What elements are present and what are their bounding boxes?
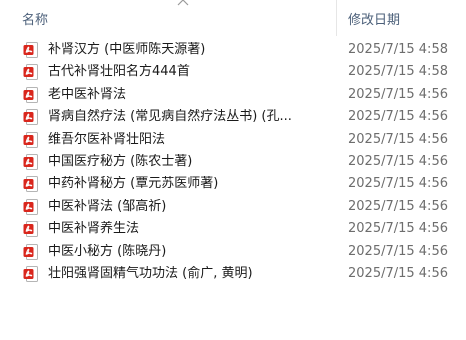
pdf-file-icon: [23, 266, 38, 282]
file-row[interactable]: 补肾汉方 (中医师陈天源著) 2025/7/15 4:58: [0, 38, 466, 63]
file-name: 维吾尔医补肾壮阳法: [48, 131, 166, 147]
file-modified-date: 2025/7/15 4:56: [348, 176, 448, 192]
file-modified-date: 2025/7/15 4:56: [348, 154, 448, 169]
file-modified-date: 2025/7/15 4:56: [348, 198, 448, 214]
file-row[interactable]: 中医补肾养生法 2025/7/15 4:56: [0, 217, 466, 242]
file-name: 古代补肾壮阳名方444首: [48, 64, 190, 80]
pdf-file-icon: [23, 86, 38, 103]
file-name: 中医补肾养生法: [48, 221, 140, 237]
pdf-file-icon: [23, 154, 38, 170]
file-name: 老中医补肾法: [48, 86, 127, 102]
file-name: 肾病自然疗法 (常见病自然疗法丛书) (孔...: [48, 109, 292, 125]
file-row[interactable]: 中医小秘方 (陈晓丹) 2025/7/15 4:56: [0, 240, 466, 265]
column-divider[interactable]: [336, 0, 337, 36]
file-row[interactable]: 古代补肾壮阳名方444首 2025/7/15 4:58: [0, 60, 466, 85]
file-modified-date: 2025/7/15 4:58: [348, 42, 448, 57]
file-modified-date: 2025/7/15 4:56: [348, 266, 448, 281]
pdf-file-icon: [23, 221, 38, 238]
pdf-file-icon: [23, 109, 38, 126]
pdf-file-icon: [23, 131, 38, 148]
file-name: 中药补肾秘方 (覃元苏医师著): [48, 176, 219, 192]
file-name: 壮阳强肾固精气功功法 (俞广, 黄明): [48, 266, 253, 281]
file-modified-date: 2025/7/15 4:56: [348, 131, 448, 147]
file-modified-date: 2025/7/15 4:56: [348, 86, 448, 102]
file-row[interactable]: 中药补肾秘方 (覃元苏医师著) 2025/7/15 4:56: [0, 172, 466, 197]
column-header-bar: 名称 修改日期: [0, 0, 466, 36]
pdf-file-icon: [23, 198, 38, 215]
file-row[interactable]: 老中医补肾法 2025/7/15 4:56: [0, 83, 466, 108]
file-modified-date: 2025/7/15 4:56: [348, 243, 448, 259]
file-row[interactable]: 维吾尔医补肾壮阳法 2025/7/15 4:56: [0, 128, 466, 153]
file-row[interactable]: 中国医疗秘方 (陈农士著) 2025/7/15 4:56: [0, 150, 466, 175]
name-column-header[interactable]: 名称: [22, 9, 48, 28]
pdf-file-icon: [23, 42, 38, 58]
sort-ascending-icon[interactable]: [176, 0, 190, 6]
file-name: 中医补肾法 (邹高祈): [48, 198, 167, 214]
file-modified-date: 2025/7/15 4:58: [348, 64, 448, 80]
pdf-file-icon: [23, 176, 38, 193]
file-modified-date: 2025/7/15 4:56: [348, 109, 448, 125]
file-name: 补肾汉方 (中医师陈天源著): [48, 42, 206, 57]
file-explorer-window: 名称 修改日期 补肾汉方 (中医师陈天源著) 2025/7/15 4:58 古代补肾…: [0, 0, 466, 340]
date-modified-column-header[interactable]: 修改日期: [348, 9, 400, 28]
file-row[interactable]: 肾病自然疗法 (常见病自然疗法丛书) (孔... 2025/7/15 4:56: [0, 105, 466, 130]
file-modified-date: 2025/7/15 4:56: [348, 221, 448, 237]
pdf-file-icon: [23, 64, 38, 81]
pdf-file-icon: [23, 243, 38, 260]
file-row[interactable]: 中医补肾法 (邹高祈) 2025/7/15 4:56: [0, 195, 466, 220]
file-name: 中国医疗秘方 (陈农士著): [48, 154, 193, 169]
file-row[interactable]: 壮阳强肾固精气功功法 (俞广, 黄明) 2025/7/15 4:56: [0, 262, 466, 287]
file-name: 中医小秘方 (陈晓丹): [48, 243, 167, 259]
